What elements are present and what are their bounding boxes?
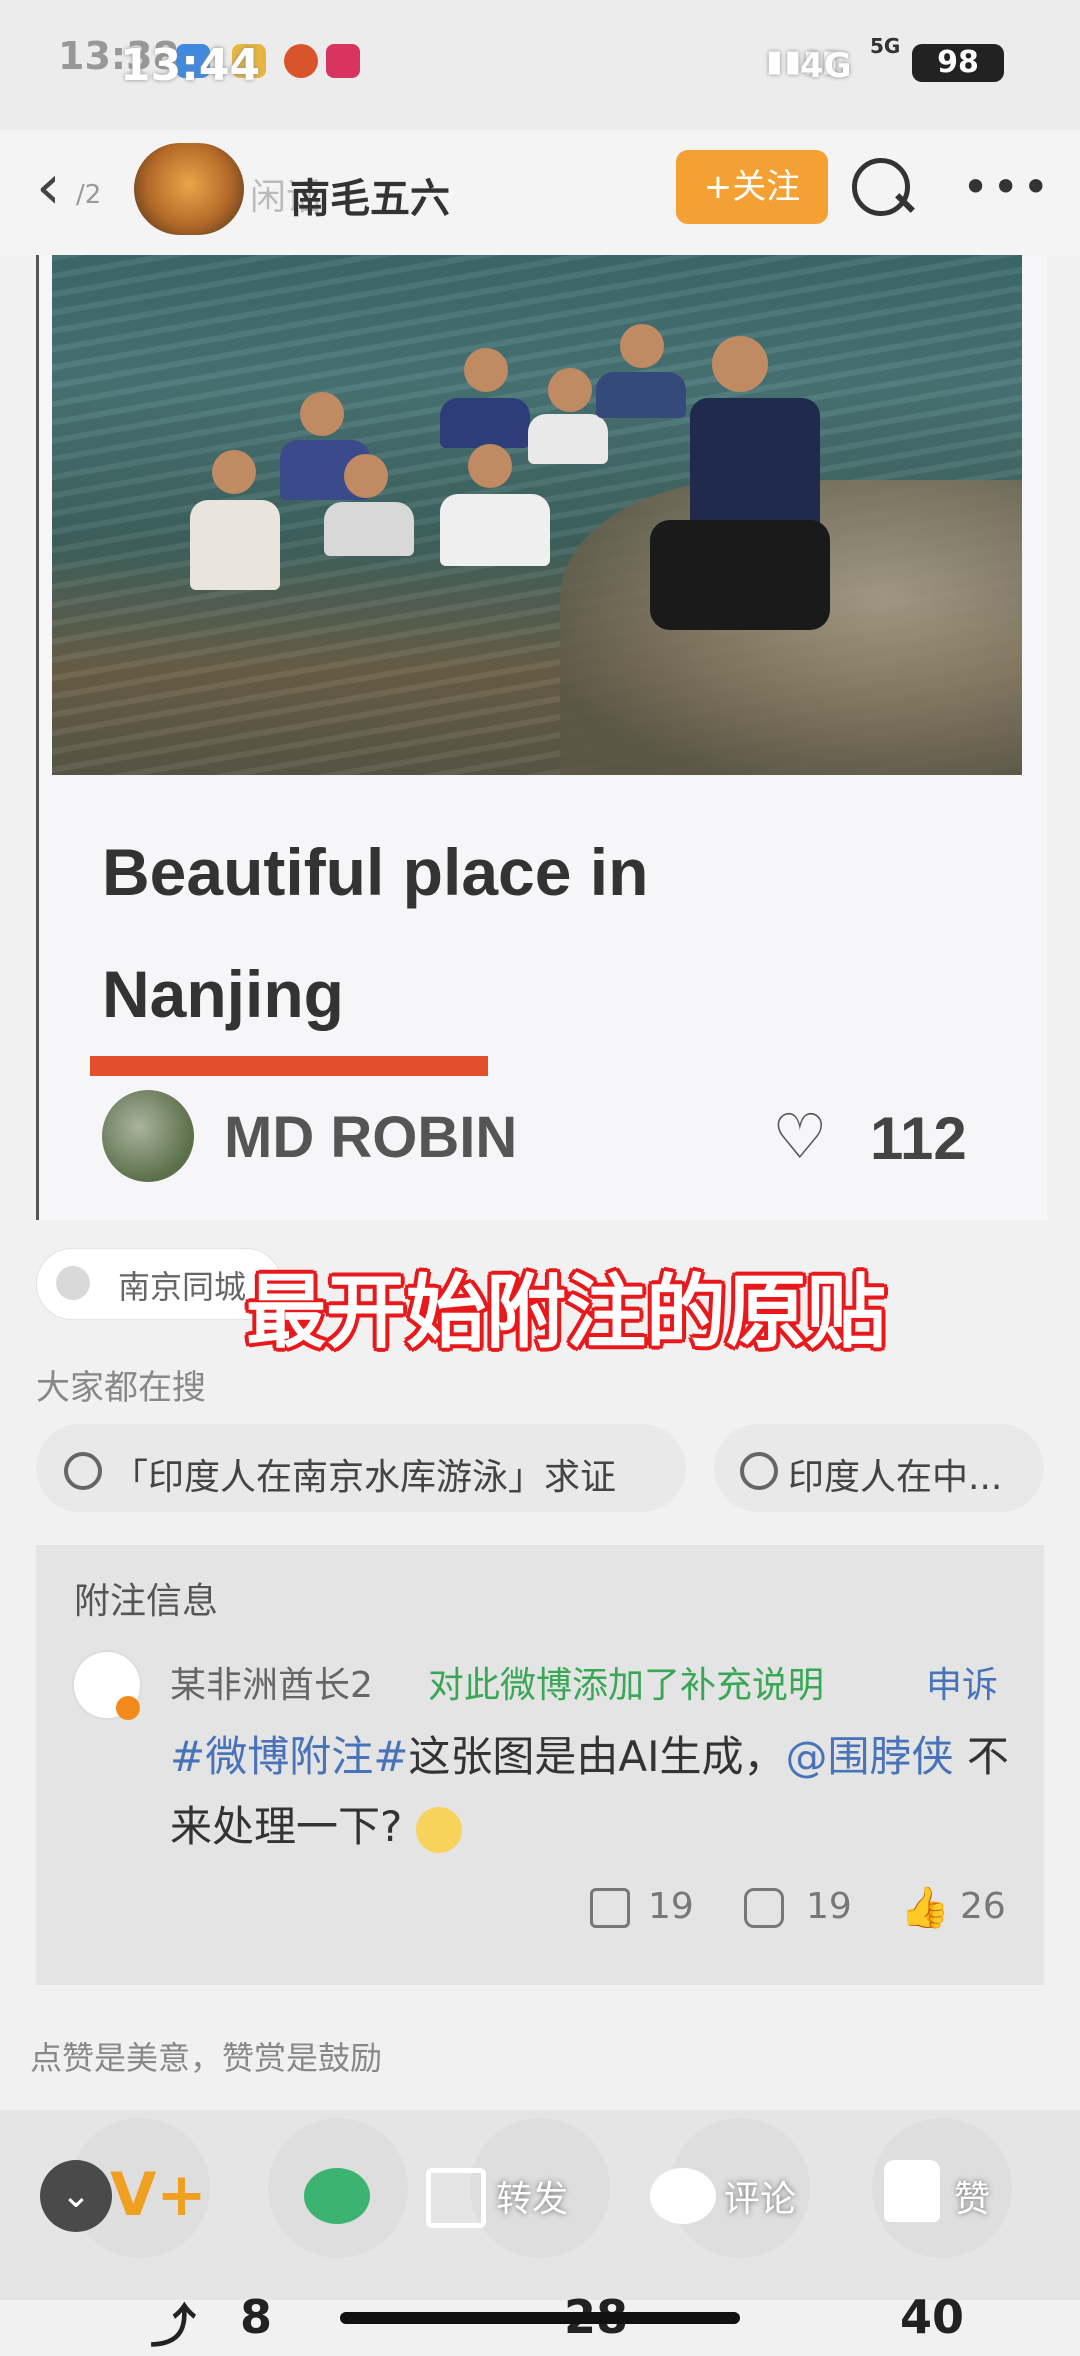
collapse-icon[interactable]: ⌄ <box>40 2160 112 2232</box>
post-title-line2: Nanjing <box>102 957 344 1031</box>
user-avatar[interactable] <box>134 143 244 235</box>
home-indicator[interactable] <box>340 2312 740 2324</box>
annotation-repost-count: 19 <box>648 1886 694 1927</box>
hashtag-link[interactable]: #微博附注# <box>170 1732 408 1781</box>
heart-icon[interactable]: ♡ <box>772 1106 828 1168</box>
app-notification-icon <box>284 44 318 78</box>
post-like-count: 112 <box>870 1105 967 1172</box>
comment-icon[interactable] <box>744 1888 784 1928</box>
status-time: 13:44 <box>120 40 261 91</box>
photo-person-body <box>324 502 414 556</box>
underlay-repost-count: 8 <box>240 2290 273 2344</box>
author-avatar[interactable] <box>102 1090 194 1182</box>
like-button[interactable]: 赞 <box>954 2170 990 2222</box>
thumbs-up-icon[interactable]: 👍 <box>900 1884 950 1931</box>
repost-icon[interactable] <box>590 1888 630 1928</box>
location-tag-label: 南京同城 <box>118 1268 247 1306</box>
photo-person-body <box>440 494 550 566</box>
annotation-text: 这张图是由AI生成， <box>408 1732 786 1781</box>
annotator-name[interactable]: 某非洲酋长2 <box>170 1656 373 1708</box>
search-chip-label: 「印度人在南京水库游泳」求证 <box>112 1457 617 1498</box>
annotation-title: 附注信息 <box>74 1581 219 1622</box>
battery-indicator: 98 <box>912 44 1004 82</box>
wechat-icon <box>304 2168 370 2224</box>
photo-person-body <box>596 372 686 418</box>
back-icon[interactable]: ‹ <box>36 150 61 223</box>
annotation-like-count: 26 <box>960 1886 1006 1927</box>
post-title: Beautiful place in Nanjing <box>102 830 922 1036</box>
location-icon <box>56 1266 90 1300</box>
photo-person <box>212 450 256 494</box>
post-title-line1: Beautiful place in <box>102 835 649 909</box>
photo-person <box>620 324 664 368</box>
follow-button[interactable]: +关注 <box>676 150 828 224</box>
mention-link[interactable]: @围脖侠 <box>786 1732 954 1781</box>
photo-person-body <box>528 414 608 464</box>
annotation-comment-count: 19 <box>806 1886 852 1927</box>
username[interactable]: 南毛五六 <box>290 166 450 224</box>
search-icon <box>740 1452 778 1490</box>
photo-person <box>468 444 512 488</box>
annotation-body: #微博附注#这张图是由AI生成，@围脖侠 不来处理一下? <box>170 1722 1020 1862</box>
thumbs-up-icon: ⤴ <box>150 2299 196 2353</box>
app-notification-icon <box>326 44 360 78</box>
more-icon[interactable]: ••• <box>962 160 1052 214</box>
repost-button[interactable]: 转发 <box>496 2170 568 2222</box>
network-small: 5G <box>870 34 901 58</box>
trending-search-label: 大家都在搜 <box>36 1368 206 1408</box>
thinking-emoji-icon <box>415 1806 462 1853</box>
underlay-like-count: 40 <box>900 2290 965 2344</box>
like-icon[interactable] <box>884 2160 940 2222</box>
network-type: 4G <box>800 46 852 86</box>
photo-person-legs <box>650 520 830 630</box>
photo-person <box>344 454 388 498</box>
annotation-action: 对此微博添加了补充说明 <box>428 1665 825 1706</box>
photo-person <box>300 392 344 436</box>
photo-person-body <box>440 398 530 448</box>
page-indicator: /2 <box>76 180 102 210</box>
author-name[interactable]: MD ROBIN <box>224 1104 517 1171</box>
appeal-link[interactable]: 申诉 <box>926 1656 998 1708</box>
photo-person <box>548 368 592 412</box>
search-chip-label: 印度人在中... <box>788 1457 1003 1498</box>
verified-badge-icon <box>116 1696 140 1720</box>
comment-icon[interactable] <box>650 2168 716 2224</box>
search-icon[interactable] <box>852 158 910 216</box>
vip-icon: V+ <box>110 2160 207 2230</box>
comment-button[interactable]: 评论 <box>724 2170 796 2222</box>
overlay-caption: 最开始附注的原贴 <box>246 1266 886 1359</box>
photo-person <box>712 336 768 392</box>
repost-icon[interactable] <box>426 2168 486 2228</box>
reward-note: 点赞是美意，赞赏是鼓励 <box>30 2039 383 2077</box>
photo-person <box>464 348 508 392</box>
search-icon <box>64 1452 102 1490</box>
title-underline <box>90 1056 488 1076</box>
photo-person-body <box>190 500 280 590</box>
